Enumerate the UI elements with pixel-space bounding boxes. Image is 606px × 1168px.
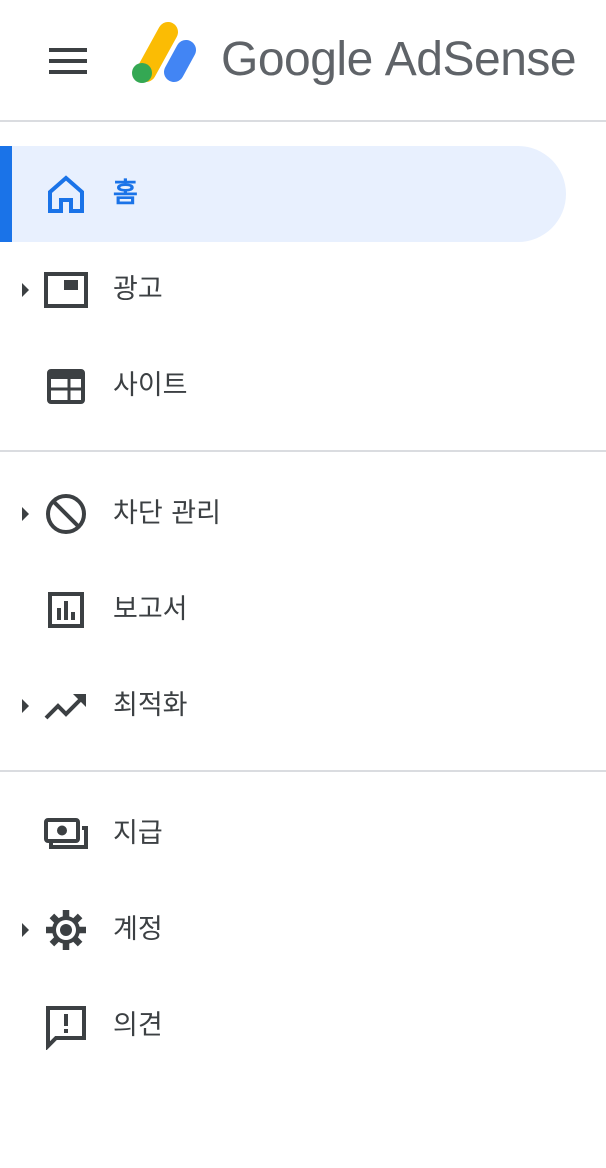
- nav-item-reports[interactable]: 보고서: [0, 562, 606, 658]
- nav-label-account: 계정: [113, 914, 163, 945]
- main-menu-button[interactable]: [40, 35, 96, 87]
- nav-label-ads: 광고: [113, 274, 163, 305]
- trending-up-icon: [44, 694, 86, 720]
- expand-arrow-icon[interactable]: [22, 699, 29, 713]
- logo-brand-text: Google: [221, 33, 373, 86]
- block-icon: [46, 494, 86, 534]
- nav-label-reports: 보고서: [113, 594, 188, 625]
- nav-item-home[interactable]: 홈: [0, 146, 566, 242]
- nav-item-ads[interactable]: 광고: [0, 242, 606, 338]
- nav-divider: [0, 450, 606, 452]
- nav-label-sites: 사이트: [113, 370, 188, 401]
- web-layout-icon: [47, 369, 85, 404]
- nav-item-payments[interactable]: 지급: [0, 786, 606, 882]
- app-logo[interactable]: Google AdSense: [221, 26, 577, 94]
- expand-arrow-icon[interactable]: [22, 923, 29, 937]
- gear-icon: [46, 910, 86, 950]
- expand-arrow-icon[interactable]: [22, 507, 29, 521]
- ad-units-icon: [44, 272, 88, 308]
- nav-item-account[interactable]: 계정: [0, 882, 606, 978]
- home-icon: [48, 175, 84, 213]
- logo-product-text: AdSense: [384, 33, 577, 86]
- nav-item-feedback[interactable]: 의견: [0, 978, 606, 1074]
- nav-label-payments: 지급: [113, 818, 163, 849]
- hamburger-menu-icon: [49, 48, 87, 74]
- nav-divider: [0, 770, 606, 772]
- feedback-icon: [46, 1006, 86, 1050]
- app-header: Google AdSense: [0, 0, 606, 122]
- nav-label-blocking: 차단 관리: [113, 498, 221, 529]
- adsense-logo-icon: [132, 22, 196, 83]
- nav-item-blocking[interactable]: 차단 관리: [0, 466, 606, 562]
- nav-label-home: 홈: [113, 178, 138, 209]
- expand-arrow-icon[interactable]: [22, 283, 29, 297]
- nav-item-sites[interactable]: 사이트: [0, 338, 606, 434]
- nav-item-optimization[interactable]: 최적화: [0, 658, 606, 754]
- nav-label-feedback: 의견: [113, 1010, 163, 1041]
- nav-label-optimization: 최적화: [113, 690, 188, 721]
- bar-chart-icon: [48, 592, 84, 628]
- payments-icon: [44, 818, 88, 849]
